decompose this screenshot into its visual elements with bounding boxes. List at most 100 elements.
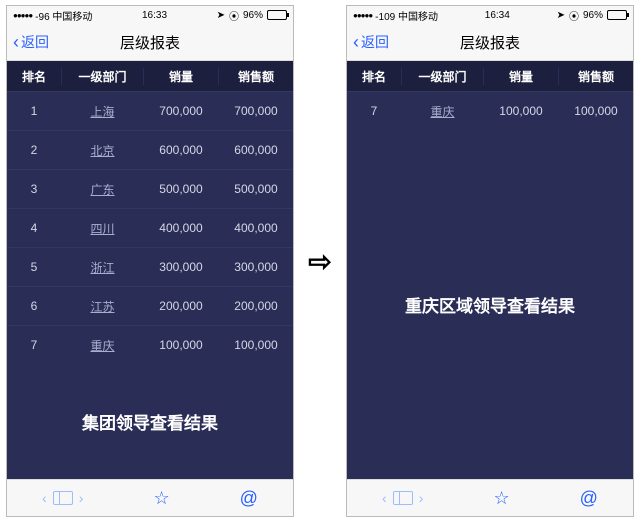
- cell-amt: 700,000: [218, 104, 293, 118]
- at-button[interactable]: @: [580, 488, 598, 509]
- back-button[interactable]: ‹ 返回: [13, 32, 49, 52]
- col-header-amt: 销售额: [218, 68, 293, 85]
- caption: 集团领导查看结果: [7, 364, 293, 479]
- col-header-dept: 一级部门: [401, 68, 483, 85]
- status-right: ➤ ⦿ 96%: [217, 8, 287, 23]
- star-button[interactable]: ☆: [493, 488, 509, 509]
- toolbar: ‹ › ☆ @: [7, 479, 293, 516]
- cell-rank: 6: [7, 299, 61, 313]
- status-time: 16:33: [142, 10, 167, 21]
- status-bar: ●●●●● -109 中国移动 16:34 ➤ ⦿ 96%: [347, 6, 633, 24]
- phone-right: ●●●●● -109 中国移动 16:34 ➤ ⦿ 96% ‹ 返回 层级报表 …: [346, 5, 634, 517]
- cell-qty: 700,000: [143, 104, 218, 118]
- cell-amt: 500,000: [218, 182, 293, 196]
- chevron-left-icon: ‹: [42, 490, 47, 506]
- star-button[interactable]: ☆: [153, 488, 169, 509]
- table-row[interactable]: 4四川400,000400,000: [7, 208, 293, 247]
- cell-qty: 300,000: [143, 260, 218, 274]
- back-label: 返回: [361, 32, 389, 52]
- phone-left: ●●●●● -96 中国移动 16:33 ➤ ⦿ 96% ‹ 返回 层级报表 排…: [6, 5, 294, 517]
- page-title: 层级报表: [120, 32, 180, 53]
- back-label: 返回: [21, 32, 49, 52]
- col-header-qty: 销量: [483, 68, 558, 85]
- carrier-text: -96 中国移动: [35, 8, 92, 23]
- table-row[interactable]: 7重庆100,000100,000: [7, 325, 293, 364]
- status-left: ●●●●● -109 中国移动: [353, 8, 438, 23]
- cell-qty: 200,000: [143, 299, 218, 313]
- cell-qty: 600,000: [143, 143, 218, 157]
- alarm-icon: ⦿: [569, 8, 579, 23]
- at-button[interactable]: @: [240, 488, 258, 509]
- cell-amt: 600,000: [218, 143, 293, 157]
- col-header-dept: 一级部门: [61, 68, 143, 85]
- cell-dept-link[interactable]: 江苏: [61, 298, 143, 315]
- table-body[interactable]: 7重庆100,000100,000: [347, 91, 633, 130]
- back-button[interactable]: ‹ 返回: [353, 32, 389, 52]
- table-row[interactable]: 3广东500,000500,000: [7, 169, 293, 208]
- cell-amt: 200,000: [218, 299, 293, 313]
- table-header: 排名 一级部门 销量 销售额: [347, 61, 633, 91]
- page-title: 层级报表: [460, 32, 520, 53]
- cell-qty: 100,000: [143, 338, 218, 352]
- arrow-icon: ⇨: [300, 245, 340, 278]
- carrier-text: -109 中国移动: [375, 8, 438, 23]
- cell-dept-link[interactable]: 四川: [61, 220, 143, 237]
- cell-amt: 300,000: [218, 260, 293, 274]
- chevron-right-icon: ›: [79, 490, 84, 506]
- status-left: ●●●●● -96 中国移动: [13, 8, 92, 23]
- col-header-qty: 销量: [143, 68, 218, 85]
- cell-qty: 100,000: [483, 104, 558, 118]
- battery-percent: 96%: [243, 10, 263, 21]
- content: 排名 一级部门 销量 销售额 7重庆100,000100,000 重庆区域领导查…: [347, 61, 633, 479]
- chevron-left-icon: ‹: [382, 490, 387, 506]
- table-row[interactable]: 2北京600,000600,000: [7, 130, 293, 169]
- alarm-icon: ⦿: [229, 8, 239, 23]
- location-icon: ➤: [557, 10, 565, 21]
- col-header-rank: 排名: [347, 68, 401, 85]
- cell-rank: 1: [7, 104, 61, 118]
- cell-dept-link[interactable]: 广东: [61, 181, 143, 198]
- battery-percent: 96%: [583, 10, 603, 21]
- caption: 重庆区域领导查看结果: [347, 130, 633, 479]
- toolbar-left[interactable]: ‹ ›: [42, 490, 83, 506]
- cell-rank: 3: [7, 182, 61, 196]
- nav-bar: ‹ 返回 层级报表: [347, 24, 633, 61]
- col-header-amt: 销售额: [558, 68, 633, 85]
- tabs-icon: [393, 491, 413, 505]
- status-bar: ●●●●● -96 中国移动 16:33 ➤ ⦿ 96%: [7, 6, 293, 24]
- tabs-icon: [53, 491, 73, 505]
- battery-icon: [267, 10, 287, 20]
- status-time: 16:34: [485, 10, 510, 21]
- cell-rank: 2: [7, 143, 61, 157]
- cell-dept-link[interactable]: 浙江: [61, 259, 143, 276]
- cell-amt: 400,000: [218, 221, 293, 235]
- toolbar: ‹ › ☆ @: [347, 479, 633, 516]
- chevron-right-icon: ›: [419, 490, 424, 506]
- location-icon: ➤: [217, 10, 225, 21]
- chevron-left-icon: ‹: [13, 33, 19, 51]
- table-row[interactable]: 6江苏200,000200,000: [7, 286, 293, 325]
- cell-dept-link[interactable]: 上海: [61, 103, 143, 120]
- cell-dept-link[interactable]: 重庆: [401, 103, 483, 120]
- table-row[interactable]: 5浙江300,000300,000: [7, 247, 293, 286]
- cell-rank: 4: [7, 221, 61, 235]
- col-header-rank: 排名: [7, 68, 61, 85]
- table-body[interactable]: 1上海700,000700,0002北京600,000600,0003广东500…: [7, 91, 293, 364]
- cell-dept-link[interactable]: 重庆: [61, 337, 143, 354]
- cell-qty: 500,000: [143, 182, 218, 196]
- nav-bar: ‹ 返回 层级报表: [7, 24, 293, 61]
- signal-dots-icon: ●●●●●: [353, 11, 372, 20]
- cell-qty: 400,000: [143, 221, 218, 235]
- app-container: ●●●●● -96 中国移动 16:33 ➤ ⦿ 96% ‹ 返回 层级报表 排…: [0, 0, 640, 522]
- battery-icon: [607, 10, 627, 20]
- content: 排名 一级部门 销量 销售额 1上海700,000700,0002北京600,0…: [7, 61, 293, 479]
- cell-dept-link[interactable]: 北京: [61, 142, 143, 159]
- toolbar-left[interactable]: ‹ ›: [382, 490, 423, 506]
- table-header: 排名 一级部门 销量 销售额: [7, 61, 293, 91]
- cell-rank: 7: [347, 104, 401, 118]
- chevron-left-icon: ‹: [353, 33, 359, 51]
- table-row[interactable]: 1上海700,000700,000: [7, 91, 293, 130]
- table-row[interactable]: 7重庆100,000100,000: [347, 91, 633, 130]
- cell-rank: 7: [7, 338, 61, 352]
- cell-rank: 5: [7, 260, 61, 274]
